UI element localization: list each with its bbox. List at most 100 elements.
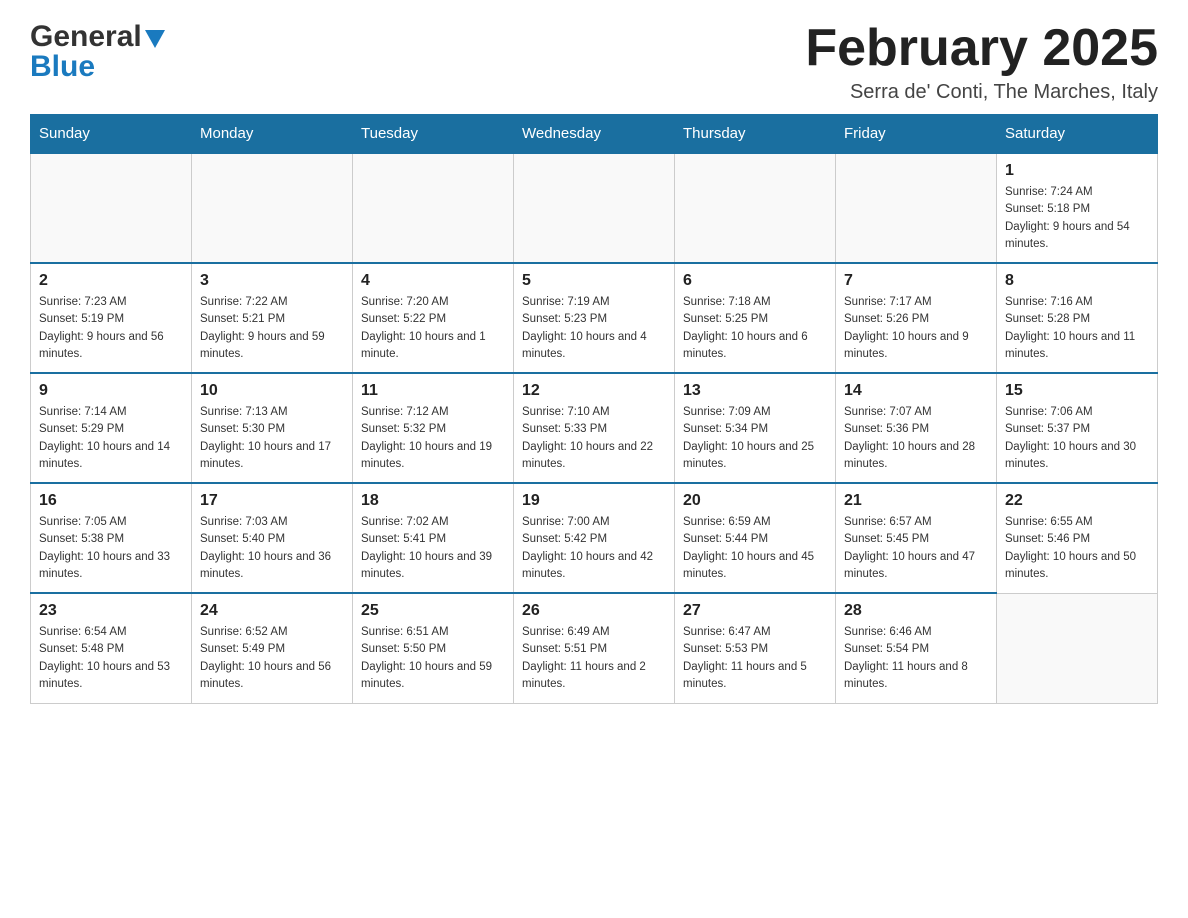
location-text: Serra de' Conti, The Marches, Italy [805, 81, 1158, 104]
calendar-cell: 22 Sunrise: 6:55 AM Sunset: 5:46 PM Dayli… [997, 483, 1158, 593]
day-number: 18 [361, 492, 505, 510]
day-info: Sunrise: 7:12 AM Sunset: 5:32 PM Dayligh… [361, 404, 505, 473]
calendar-cell [675, 153, 836, 263]
calendar-cell: 20 Sunrise: 6:59 AM Sunset: 5:44 PM Dayli… [675, 483, 836, 593]
day-info: Sunrise: 7:24 AM Sunset: 5:18 PM Dayligh… [1005, 184, 1149, 253]
day-number: 5 [522, 272, 666, 290]
calendar-cell: 21 Sunrise: 6:57 AM Sunset: 5:45 PM Dayli… [836, 483, 997, 593]
calendar-cell: 26Sunrise: 6:49 AM Sunset: 5:51 PM Dayli… [514, 593, 675, 703]
week-row-3: 9 Sunrise: 7:14 AM Sunset: 5:29 PM Daylig… [31, 373, 1158, 483]
calendar-cell: 25Sunrise: 6:51 AM Sunset: 5:50 PM Dayli… [353, 593, 514, 703]
calendar-cell [192, 153, 353, 263]
month-title: February 2025 [805, 20, 1158, 77]
day-info: Sunrise: 6:55 AM Sunset: 5:46 PM Dayligh… [1005, 514, 1149, 583]
week-row-2: 2Sunrise: 7:23 AM Sunset: 5:19 PM Daylig… [31, 263, 1158, 373]
day-number: 27 [683, 602, 827, 620]
title-area: February 2025 Serra de' Conti, The March… [805, 20, 1158, 104]
column-header-friday: Friday [836, 115, 997, 154]
day-number: 22 [1005, 492, 1149, 510]
calendar-cell [836, 153, 997, 263]
calendar-cell: 9 Sunrise: 7:14 AM Sunset: 5:29 PM Daylig… [31, 373, 192, 483]
calendar-cell: 4 Sunrise: 7:20 AM Sunset: 5:22 PM Daylig… [353, 263, 514, 373]
calendar-cell: 5 Sunrise: 7:19 AM Sunset: 5:23 PM Daylig… [514, 263, 675, 373]
day-number: 15 [1005, 382, 1149, 400]
calendar-cell: 2Sunrise: 7:23 AM Sunset: 5:19 PM Daylig… [31, 263, 192, 373]
calendar-cell: 8 Sunrise: 7:16 AM Sunset: 5:28 PM Daylig… [997, 263, 1158, 373]
calendar-cell: 12Sunrise: 7:10 AM Sunset: 5:33 PM Dayli… [514, 373, 675, 483]
calendar-cell: 24Sunrise: 6:52 AM Sunset: 5:49 PM Dayli… [192, 593, 353, 703]
calendar-cell [31, 153, 192, 263]
day-info: Sunrise: 7:20 AM Sunset: 5:22 PM Dayligh… [361, 294, 505, 363]
day-number: 3 [200, 272, 344, 290]
column-header-monday: Monday [192, 115, 353, 154]
calendar-cell: 16 Sunrise: 7:05 AM Sunset: 5:38 PM Dayli… [31, 483, 192, 593]
logo: General Blue [30, 20, 165, 84]
day-info: Sunrise: 6:47 AM Sunset: 5:53 PM Dayligh… [683, 624, 827, 693]
column-header-sunday: Sunday [31, 115, 192, 154]
calendar-cell: 23 Sunrise: 6:54 AM Sunset: 5:48 PM Dayli… [31, 593, 192, 703]
calendar-cell: 17Sunrise: 7:03 AM Sunset: 5:40 PM Dayli… [192, 483, 353, 593]
day-info: Sunrise: 7:19 AM Sunset: 5:23 PM Dayligh… [522, 294, 666, 363]
day-info: Sunrise: 7:02 AM Sunset: 5:41 PM Dayligh… [361, 514, 505, 583]
day-number: 10 [200, 382, 344, 400]
day-number: 6 [683, 272, 827, 290]
calendar-cell: 11Sunrise: 7:12 AM Sunset: 5:32 PM Dayli… [353, 373, 514, 483]
day-number: 19 [522, 492, 666, 510]
day-info: Sunrise: 7:13 AM Sunset: 5:30 PM Dayligh… [200, 404, 344, 473]
week-row-4: 16 Sunrise: 7:05 AM Sunset: 5:38 PM Dayli… [31, 483, 1158, 593]
day-number: 21 [844, 492, 988, 510]
day-number: 24 [200, 602, 344, 620]
day-number: 23 [39, 602, 183, 620]
column-header-wednesday: Wednesday [514, 115, 675, 154]
day-number: 7 [844, 272, 988, 290]
day-info: Sunrise: 6:59 AM Sunset: 5:44 PM Dayligh… [683, 514, 827, 583]
calendar-cell: 19 Sunrise: 7:00 AM Sunset: 5:42 PM Dayli… [514, 483, 675, 593]
logo-triangle-icon [145, 30, 165, 48]
day-info: Sunrise: 6:57 AM Sunset: 5:45 PM Dayligh… [844, 514, 988, 583]
day-info: Sunrise: 7:07 AM Sunset: 5:36 PM Dayligh… [844, 404, 988, 473]
week-row-5: 23 Sunrise: 6:54 AM Sunset: 5:48 PM Dayli… [31, 593, 1158, 703]
calendar-header-row: SundayMondayTuesdayWednesdayThursdayFrid… [31, 115, 1158, 154]
calendar-cell: 14 Sunrise: 7:07 AM Sunset: 5:36 PM Dayli… [836, 373, 997, 483]
day-number: 8 [1005, 272, 1149, 290]
day-number: 14 [844, 382, 988, 400]
calendar-cell: 1Sunrise: 7:24 AM Sunset: 5:18 PM Daylig… [997, 153, 1158, 263]
day-info: Sunrise: 6:46 AM Sunset: 5:54 PM Dayligh… [844, 624, 988, 693]
day-info: Sunrise: 6:51 AM Sunset: 5:50 PM Dayligh… [361, 624, 505, 693]
day-info: Sunrise: 7:05 AM Sunset: 5:38 PM Dayligh… [39, 514, 183, 583]
calendar-cell: 6 Sunrise: 7:18 AM Sunset: 5:25 PM Daylig… [675, 263, 836, 373]
page-header: General Blue February 2025 Serra de' Con… [30, 20, 1158, 104]
calendar-cell [514, 153, 675, 263]
day-info: Sunrise: 7:14 AM Sunset: 5:29 PM Dayligh… [39, 404, 183, 473]
calendar-table: SundayMondayTuesdayWednesdayThursdayFrid… [30, 114, 1158, 704]
day-number: 4 [361, 272, 505, 290]
day-number: 17 [200, 492, 344, 510]
day-number: 28 [844, 602, 988, 620]
calendar-cell: 13Sunrise: 7:09 AM Sunset: 5:34 PM Dayli… [675, 373, 836, 483]
day-info: Sunrise: 7:22 AM Sunset: 5:21 PM Dayligh… [200, 294, 344, 363]
column-header-saturday: Saturday [997, 115, 1158, 154]
calendar-cell: 15 Sunrise: 7:06 AM Sunset: 5:37 PM Dayli… [997, 373, 1158, 483]
logo-blue-text: Blue [30, 50, 95, 84]
week-row-1: 1Sunrise: 7:24 AM Sunset: 5:18 PM Daylig… [31, 153, 1158, 263]
day-number: 9 [39, 382, 183, 400]
day-number: 26 [522, 602, 666, 620]
day-number: 20 [683, 492, 827, 510]
calendar-cell: 27 Sunrise: 6:47 AM Sunset: 5:53 PM Dayli… [675, 593, 836, 703]
day-info: Sunrise: 7:06 AM Sunset: 5:37 PM Dayligh… [1005, 404, 1149, 473]
logo-general-text: General [30, 20, 142, 54]
day-info: Sunrise: 6:54 AM Sunset: 5:48 PM Dayligh… [39, 624, 183, 693]
calendar-cell: 28 Sunrise: 6:46 AM Sunset: 5:54 PM Dayli… [836, 593, 997, 703]
day-number: 2 [39, 272, 183, 290]
day-info: Sunrise: 7:18 AM Sunset: 5:25 PM Dayligh… [683, 294, 827, 363]
day-info: Sunrise: 7:09 AM Sunset: 5:34 PM Dayligh… [683, 404, 827, 473]
day-info: Sunrise: 7:16 AM Sunset: 5:28 PM Dayligh… [1005, 294, 1149, 363]
column-header-tuesday: Tuesday [353, 115, 514, 154]
day-info: Sunrise: 7:00 AM Sunset: 5:42 PM Dayligh… [522, 514, 666, 583]
calendar-cell: 18 Sunrise: 7:02 AM Sunset: 5:41 PM Dayli… [353, 483, 514, 593]
calendar-cell: 3 Sunrise: 7:22 AM Sunset: 5:21 PM Daylig… [192, 263, 353, 373]
day-info: Sunrise: 7:17 AM Sunset: 5:26 PM Dayligh… [844, 294, 988, 363]
day-number: 16 [39, 492, 183, 510]
calendar-cell: 7 Sunrise: 7:17 AM Sunset: 5:26 PM Daylig… [836, 263, 997, 373]
day-info: Sunrise: 7:10 AM Sunset: 5:33 PM Dayligh… [522, 404, 666, 473]
